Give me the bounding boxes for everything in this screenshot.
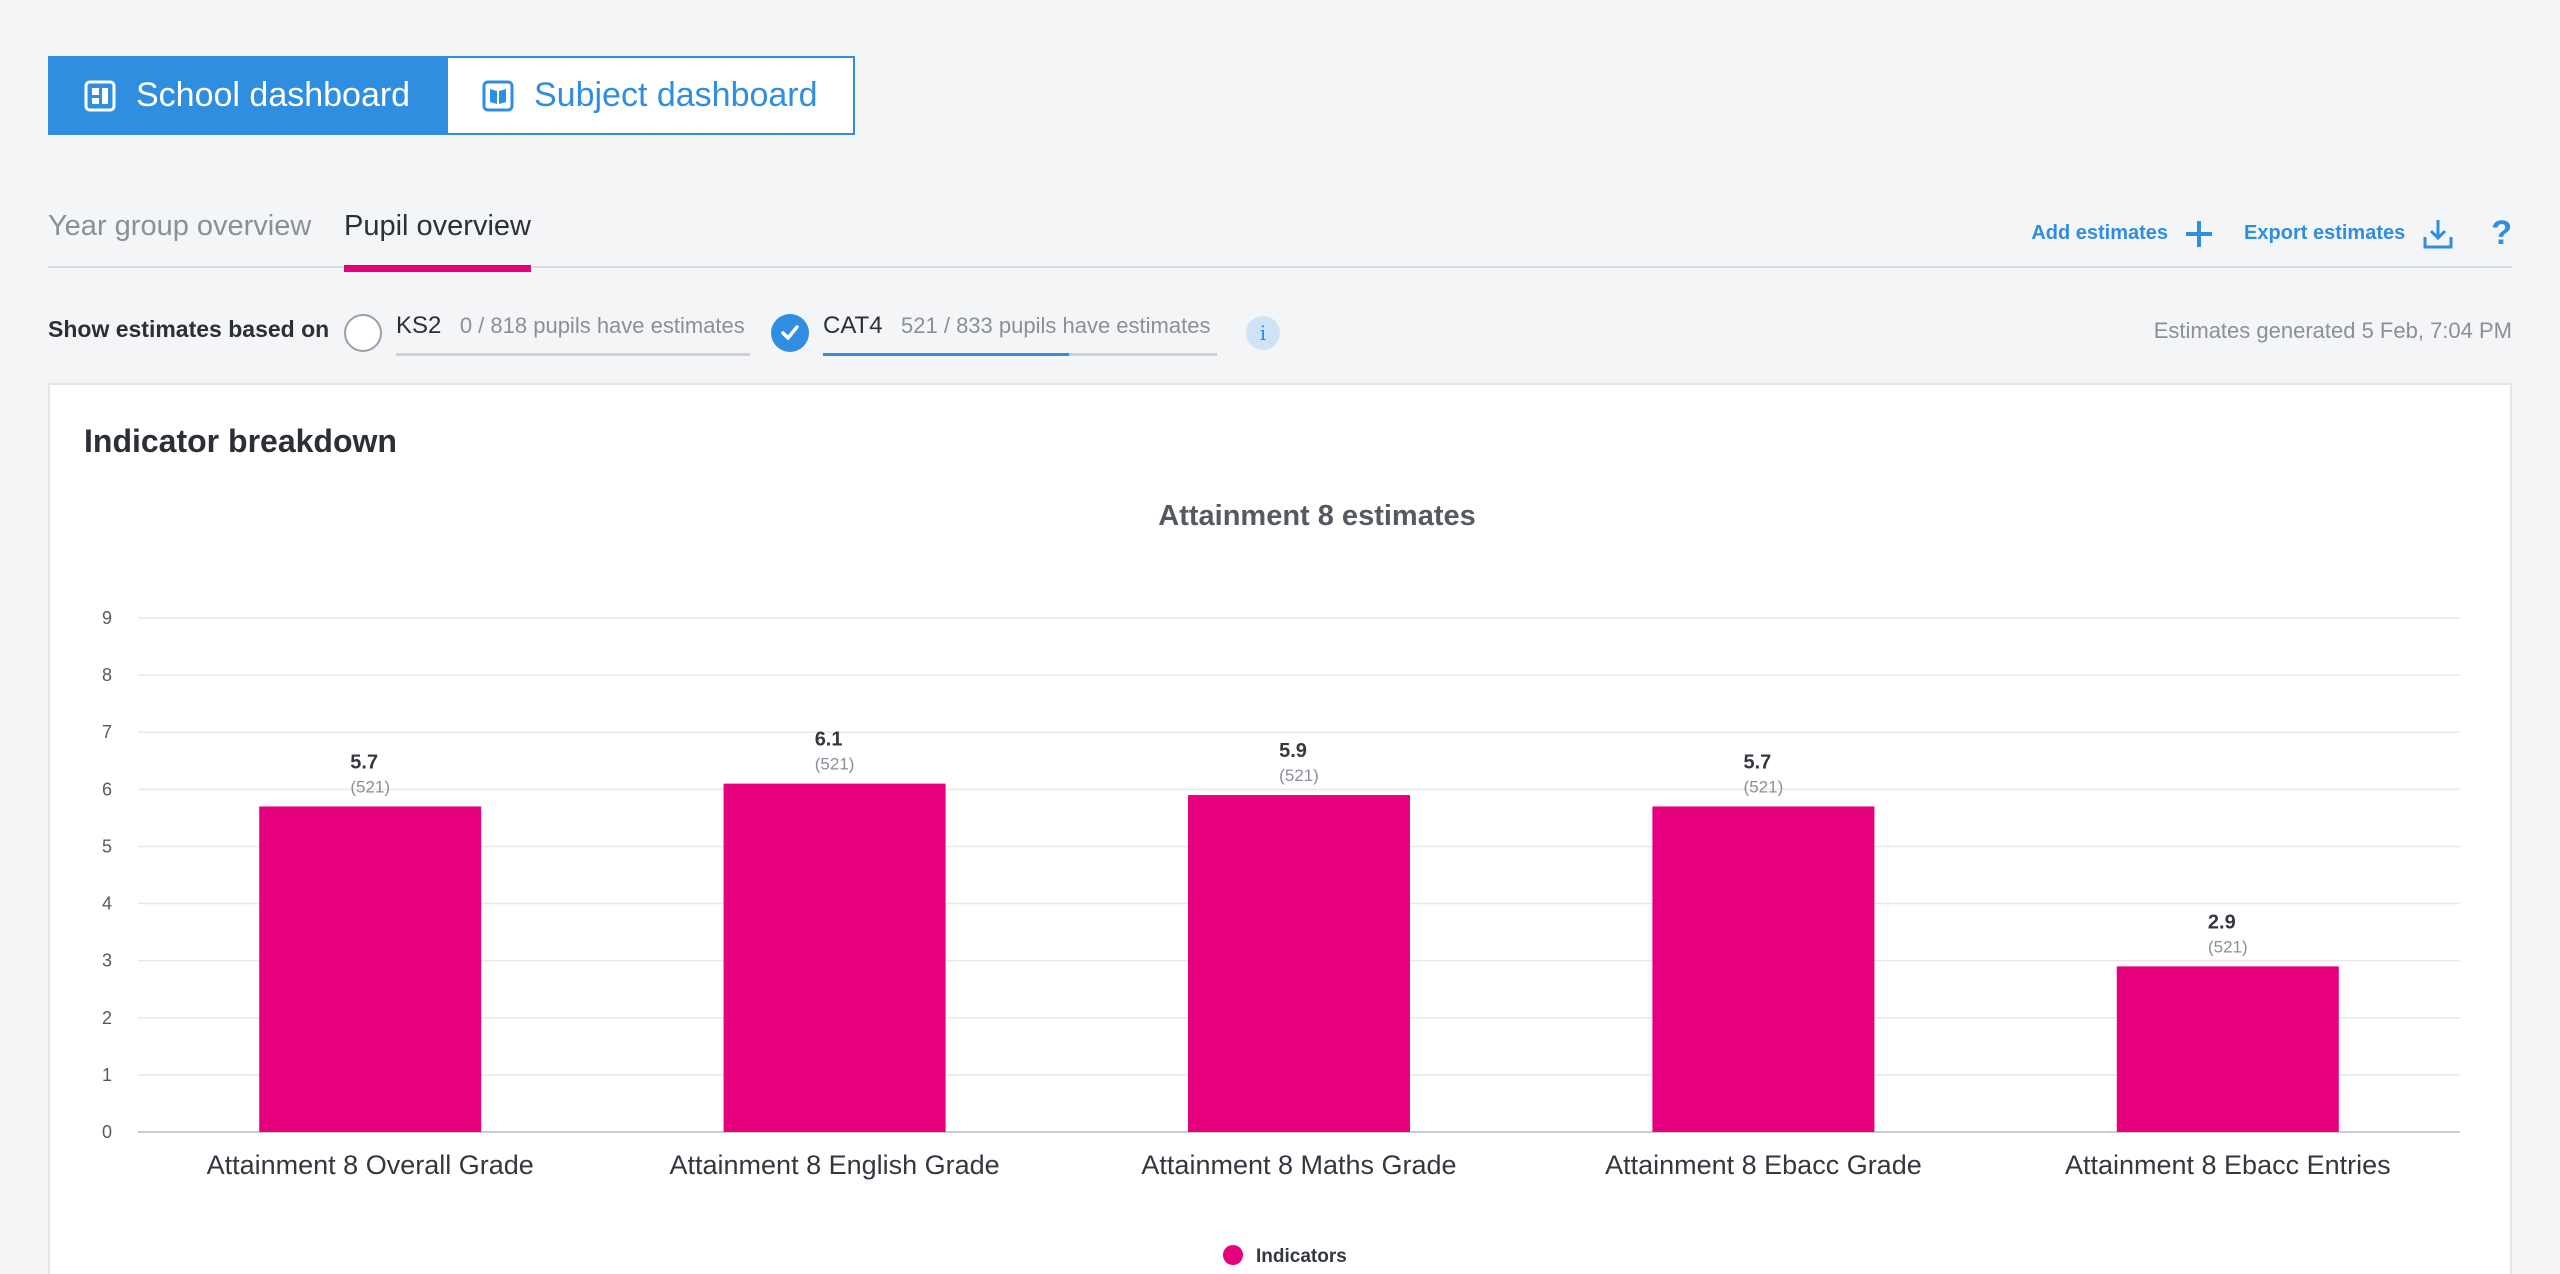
- y-tick-label: 3: [102, 951, 112, 971]
- bar-count-label: (521): [1279, 766, 1319, 785]
- info-icon[interactable]: i: [1246, 316, 1280, 350]
- help-button[interactable]: ?: [2491, 214, 2512, 253]
- overview-tabs: Year group overview Pupil overview Add e…: [48, 200, 2512, 272]
- school-dashboard-label: School dashboard: [136, 76, 411, 114]
- x-category-label: Attainment 8 English Grade: [670, 1150, 1000, 1180]
- legend-marker: [1223, 1245, 1243, 1265]
- y-tick-label: 7: [102, 722, 112, 742]
- cat4-name: CAT4: [823, 312, 883, 339]
- bar-count-label: (521): [1744, 777, 1784, 796]
- dashboard-switcher: School dashboard Subject dashboard: [48, 56, 855, 135]
- book-icon: [482, 80, 514, 111]
- bar-value-label: 5.7: [350, 751, 378, 773]
- chart-title: Attainment 8 estimates: [1158, 500, 1476, 532]
- estimates-generated-timestamp: Estimates generated 5 Feb, 7:04 PM: [2153, 318, 2512, 343]
- dashboard-layout-icon: [84, 80, 116, 111]
- add-estimates-button[interactable]: Add estimates: [2031, 219, 2214, 249]
- legend-label: Indicators: [1256, 1246, 1347, 1267]
- ks2-option[interactable]: KS2 0 / 818 pupils have estimates: [396, 312, 750, 356]
- tab-pupil-overview[interactable]: Pupil overview: [344, 210, 531, 272]
- y-tick-label: 6: [102, 779, 112, 799]
- bar: [259, 806, 482, 1132]
- estimates-source-label: Show estimates based on: [48, 316, 330, 342]
- bar: [1652, 806, 1875, 1132]
- bar: [723, 783, 946, 1132]
- estimates-source-row: Show estimates based on KS2 0 / 818 pupi…: [48, 306, 2512, 356]
- y-tick-label: 5: [102, 836, 112, 856]
- bar: [2116, 966, 2339, 1132]
- bar-count-label: (521): [2208, 937, 2248, 956]
- add-estimates-label: Add estimates: [2031, 222, 2169, 244]
- y-tick-label: 1: [102, 1065, 112, 1085]
- cat4-radio[interactable]: [771, 314, 809, 352]
- bar-value-label: 6.1: [815, 729, 843, 751]
- indicator-breakdown-panel: Indicator breakdown Attainment 8 estimat…: [48, 383, 2512, 1274]
- export-estimates-label: Export estimates: [2244, 222, 2406, 244]
- school-dashboard-button[interactable]: School dashboard: [48, 56, 448, 135]
- bar-count-label: (521): [350, 777, 390, 796]
- bar-value-label: 5.7: [1743, 751, 1771, 773]
- bar-value-label: 5.9: [1279, 740, 1307, 762]
- y-tick-label: 4: [102, 894, 112, 914]
- x-category-label: Attainment 8 Maths Grade: [1141, 1150, 1456, 1180]
- download-icon: [2423, 219, 2453, 248]
- cat4-progress-fill: [823, 353, 1070, 356]
- ks2-radio[interactable]: [344, 314, 382, 352]
- y-tick-label: 0: [102, 1122, 112, 1142]
- bar: [1188, 795, 1410, 1132]
- attainment-bar-chart: Attainment 8 estimates 0 1 2 3 4 5 6 7 8 9 5.7 (521)…: [102, 500, 2460, 1267]
- ks2-count: 0 / 818 pupils have estimates: [459, 313, 745, 338]
- y-tick-label: 8: [102, 665, 112, 685]
- tab-year-group-overview[interactable]: Year group overview: [48, 210, 311, 259]
- y-tick-label: 2: [102, 1008, 112, 1028]
- estimate-actions: Add estimates Export estimates ?: [2031, 214, 2512, 253]
- cat4-count: 521 / 833 pupils have estimates: [901, 313, 1211, 338]
- bar-count-label: (521): [815, 755, 855, 774]
- x-category-label: Attainment 8 Overall Grade: [207, 1150, 534, 1180]
- ks2-name: KS2: [396, 312, 442, 339]
- bar-value-label: 2.9: [2208, 911, 2236, 933]
- export-estimates-button[interactable]: Export estimates: [2244, 217, 2455, 251]
- x-category-label: Attainment 8 Ebacc Grade: [1605, 1150, 1922, 1180]
- y-tick-label: 9: [102, 608, 112, 628]
- subject-dashboard-label: Subject dashboard: [534, 76, 818, 114]
- subject-dashboard-button[interactable]: Subject dashboard: [448, 56, 855, 135]
- ks2-progress-bar: [396, 353, 750, 356]
- cat4-option[interactable]: CAT4 521 / 833 pupils have estimates: [823, 312, 1217, 356]
- plus-icon: [2186, 220, 2213, 247]
- x-category-label: Attainment 8 Ebacc Entries: [2065, 1150, 2391, 1180]
- cat4-progress-bar: [823, 353, 1217, 356]
- check-icon: [781, 325, 799, 340]
